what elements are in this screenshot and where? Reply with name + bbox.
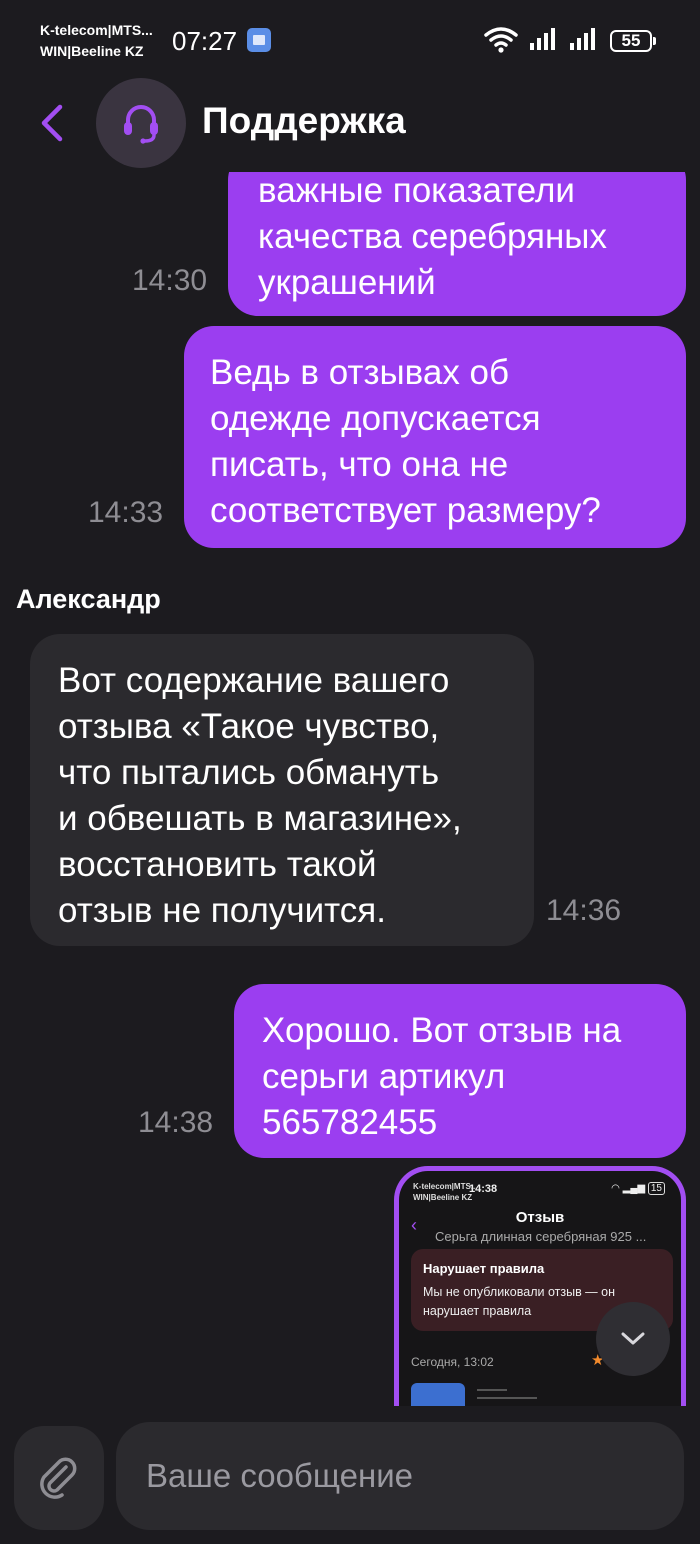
wifi-icon xyxy=(484,27,518,53)
carrier-line-2: WIN|Beeline KZ xyxy=(40,43,144,59)
message-input[interactable] xyxy=(146,1422,666,1530)
attach-button[interactable] xyxy=(14,1426,104,1530)
message-text: Хорошо. Вот отзыв на серьги артикул 5657… xyxy=(262,1011,622,1142)
status-bar: K-telecom|MTS... WIN|Beeline KZ 07:27 55 xyxy=(0,0,700,80)
back-arrow-icon xyxy=(41,104,63,142)
attachment-carrier-line-1: K-telecom|MTS... xyxy=(413,1182,478,1191)
message-composer xyxy=(0,1406,700,1544)
message-text: Вот содержание вашего отзыва «Такое чувс… xyxy=(58,661,462,930)
message-time: 14:33 xyxy=(88,496,164,529)
message-time: 14:38 xyxy=(138,1106,214,1139)
signal-icon-2 xyxy=(570,28,595,50)
attachment-carrier: K-telecom|MTS... WIN|Beeline KZ xyxy=(413,1181,477,1203)
message-bubble-outgoing[interactable]: Ведь в отзывах об одежде допускается пис… xyxy=(184,326,686,548)
message-text: важные показатели качества серебряных ук… xyxy=(258,171,607,302)
chat-screen: K-telecom|MTS... WIN|Beeline KZ 07:27 55… xyxy=(0,0,700,1544)
attachment-status-icons: ◠ ▂▄▆ 15 xyxy=(611,1182,665,1195)
carrier-line-1: K-telecom|MTS... xyxy=(40,22,153,38)
message-bubble-outgoing[interactable]: Хорошо. Вот отзыв на серьги артикул 5657… xyxy=(234,984,686,1158)
attachment-subtitle: Серьга длинная серебряная 925 ... xyxy=(435,1229,647,1244)
status-time: 07:27 xyxy=(172,26,238,56)
message-bubble-incoming[interactable]: Вот содержание вашего отзыва «Такое чувс… xyxy=(30,634,534,946)
notification-icon xyxy=(247,28,271,52)
attachment-notice-title: Нарушает правила xyxy=(423,1261,545,1276)
attachment-product-thumbnail xyxy=(411,1383,465,1406)
attachment-text-line xyxy=(477,1397,537,1399)
message-field[interactable] xyxy=(116,1422,684,1530)
message-text: Ведь в отзывах об одежде допускается пис… xyxy=(210,353,601,530)
attachment-battery: 15 xyxy=(647,1182,665,1195)
attachment-wifi-icon: ◠ xyxy=(611,1183,620,1194)
message-time: 14:30 xyxy=(132,264,208,297)
attachment-date: Сегодня, 13:02 xyxy=(411,1355,494,1369)
attachment-carrier-line-2: WIN|Beeline KZ xyxy=(413,1193,473,1202)
chat-title: Поддержка xyxy=(202,100,406,141)
back-button[interactable] xyxy=(26,98,76,148)
paperclip-icon xyxy=(40,1457,77,1499)
carrier-label: K-telecom|MTS... WIN|Beeline KZ xyxy=(40,20,153,62)
chevron-down-icon xyxy=(621,1332,645,1345)
sender-name: Александр xyxy=(16,584,161,614)
attachment-title: Отзыв xyxy=(515,1209,565,1226)
message-bubble-outgoing[interactable]: важные показатели качества серебряных ук… xyxy=(228,150,686,316)
attachment-time: 14:38 xyxy=(469,1183,498,1195)
signal-icon-1 xyxy=(530,28,555,50)
support-avatar[interactable] xyxy=(96,78,186,168)
message-time: 14:36 xyxy=(546,894,622,927)
scroll-down-button[interactable] xyxy=(596,1302,670,1376)
headset-icon xyxy=(124,105,158,144)
attachment-signal-icon: ▂▄▆ xyxy=(622,1183,646,1194)
attachment-text-line xyxy=(477,1389,507,1391)
chat-header: Поддержка xyxy=(0,76,700,172)
battery-indicator: 55 xyxy=(610,30,656,52)
